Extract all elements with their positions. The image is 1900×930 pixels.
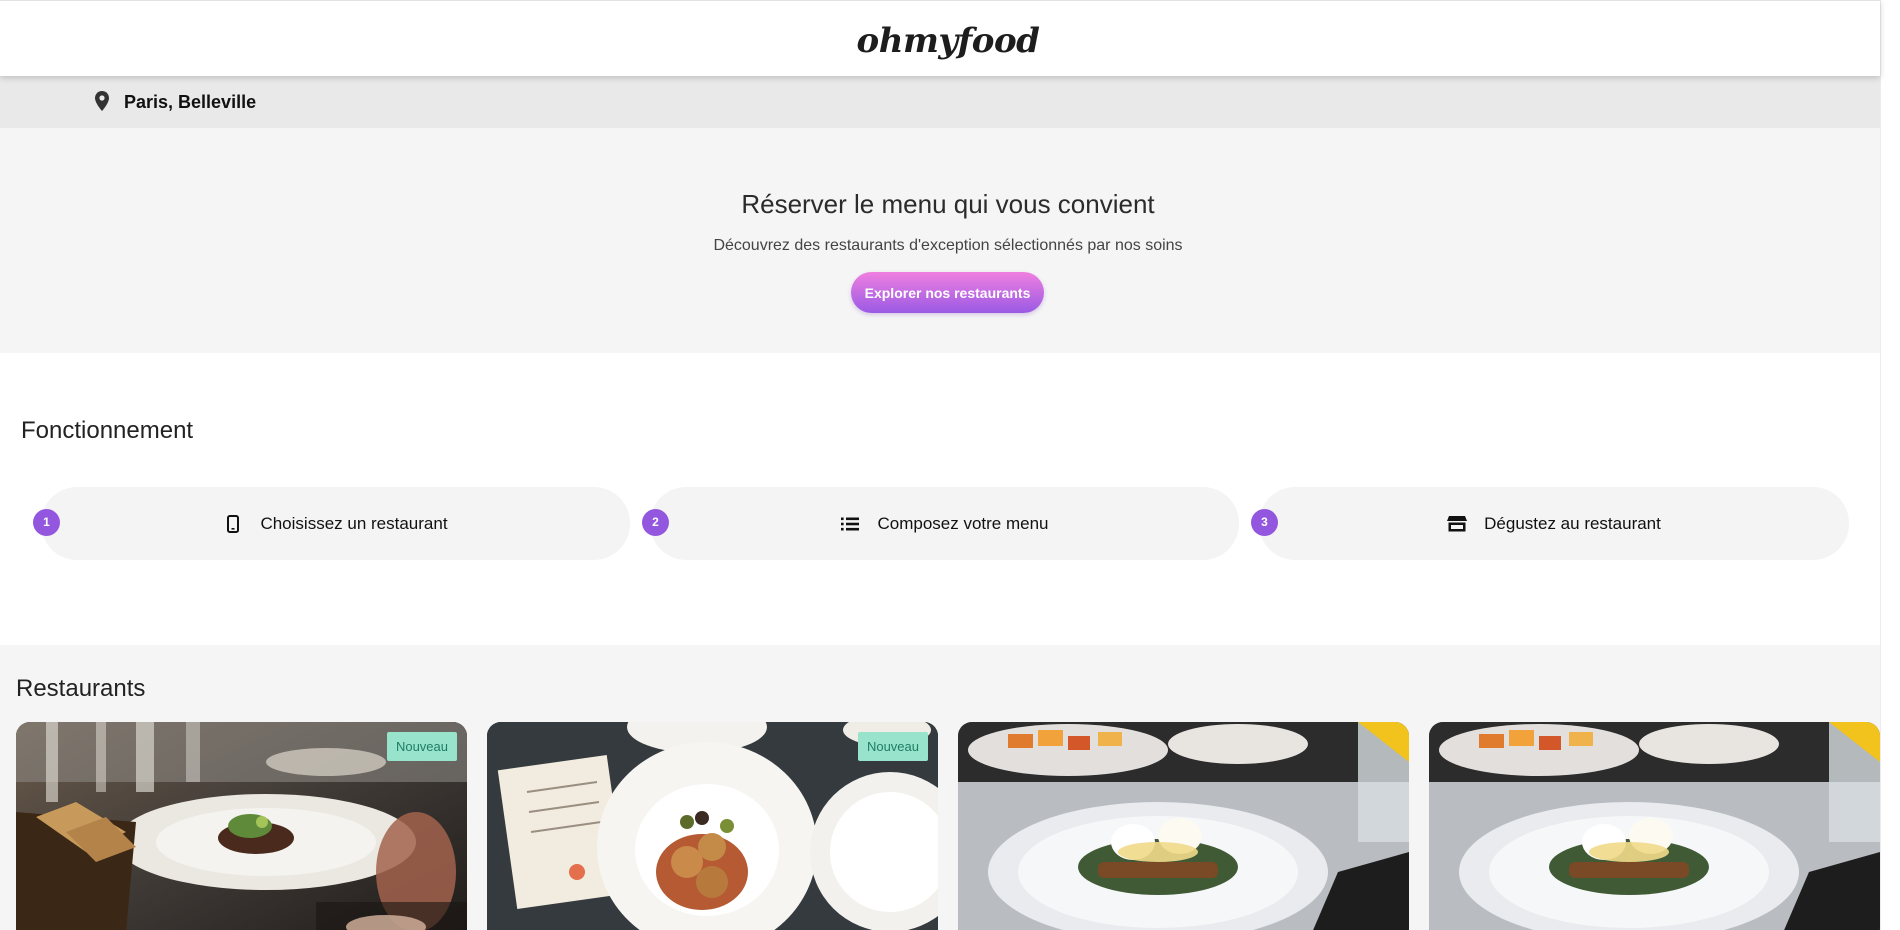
- step-card-1: 1 Choisissez un restaurant: [33, 487, 630, 560]
- hero-subtitle: Découvrez des restaurants d'exception sé…: [713, 237, 1183, 254]
- smartphone-icon: [223, 514, 243, 534]
- how-it-works-section: Fonctionnement 1 Choisissez un restauran…: [0, 353, 1880, 645]
- site-logo[interactable]: ohmyfood: [0, 21, 1896, 61]
- site-header: ohmyfood: [0, 0, 1880, 76]
- restaurant-card[interactable]: [958, 722, 1409, 930]
- step-card-3: 3 Dégustez au restaurant: [1251, 487, 1849, 560]
- step-card-2: 2 Composez votre menu: [642, 487, 1239, 560]
- store-icon: [1447, 514, 1468, 534]
- explore-restaurants-button[interactable]: Explorer nos restaurants: [851, 272, 1044, 313]
- restaurant-card[interactable]: Nouveau: [16, 722, 467, 930]
- content-column: ohmyfood Paris, Belleville Réserver le m…: [0, 0, 1880, 930]
- restaurant-card[interactable]: [1429, 722, 1880, 930]
- step-label: Composez votre menu: [877, 513, 1049, 533]
- page-scrollbar[interactable]: [1880, 0, 1900, 930]
- hero-section: Réserver le menu qui vous convient Décou…: [0, 128, 1880, 353]
- hero-title: Réserver le menu qui vous convient: [741, 189, 1155, 219]
- restaurant-photo: [1429, 722, 1880, 930]
- restaurants-section: Restaurants Nouveau Nouveau: [0, 645, 1880, 930]
- map-pin-icon: [95, 91, 109, 111]
- list-icon: [840, 514, 860, 534]
- step-label: Choisissez un restaurant: [260, 513, 448, 533]
- restaurant-card[interactable]: Nouveau: [487, 722, 938, 930]
- location-label[interactable]: Paris, Belleville: [124, 92, 256, 113]
- new-badge: Nouveau: [857, 732, 928, 761]
- step-label: Dégustez au restaurant: [1484, 513, 1661, 533]
- how-it-works-title: Fonctionnement: [21, 417, 194, 444]
- restaurants-title: Restaurants: [16, 675, 146, 702]
- page: ohmyfood Paris, Belleville Réserver le m…: [0, 0, 1900, 930]
- location-bar: Paris, Belleville: [0, 76, 1880, 128]
- new-badge: Nouveau: [386, 732, 457, 761]
- restaurant-photo: [958, 722, 1409, 930]
